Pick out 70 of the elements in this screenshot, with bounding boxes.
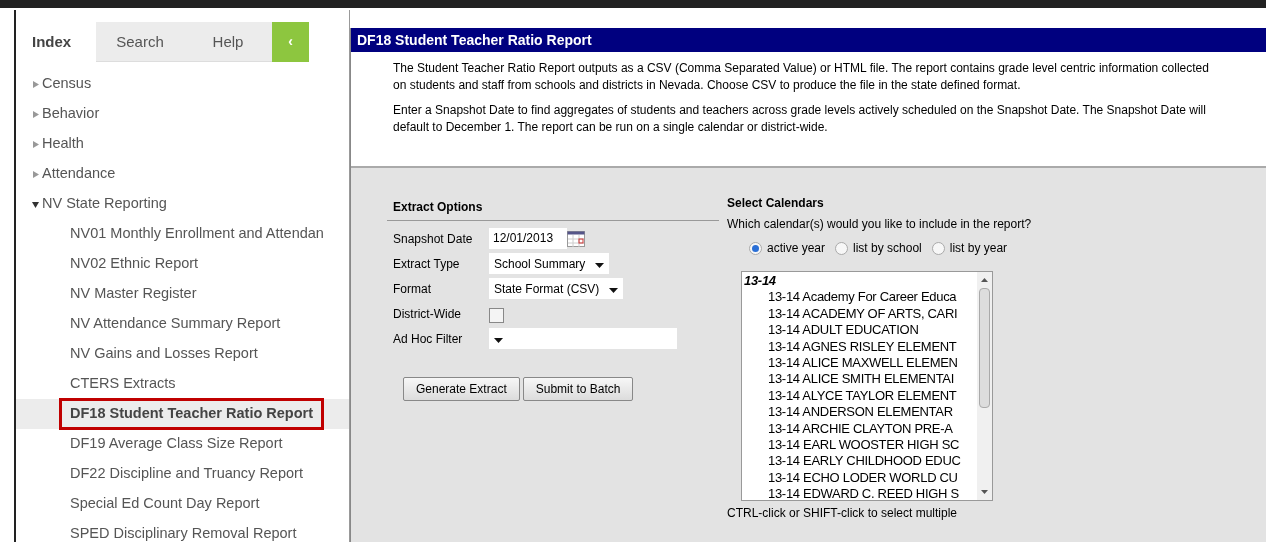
- field-label: Extract Type: [393, 255, 461, 273]
- field-label: District-Wide: [393, 305, 462, 323]
- calendar-listbox[interactable]: [741, 271, 993, 501]
- calendar-item[interactable]: 13-14 ALICE MAXWELL ELEMEN: [744, 355, 977, 372]
- paragraph: The Student Teacher Ratio Report outputs as a CSV (Comma Separated Value) or HTML file. The report contains grade level centric information collected on students and staff from schools and districts in Nevada. Choose CSV to produce the file in the state defined format.: [393, 60, 1210, 94]
- caret-icon: [494, 337, 503, 343]
- calendar-item[interactable]: 13-14 EARLY CHILDHOOD EDUC: [744, 453, 977, 470]
- section-heading: Extract Options: [387, 194, 719, 221]
- radio-button[interactable]: [749, 241, 762, 255]
- caret-icon: [609, 287, 619, 293]
- calendar-item[interactable]: 13-14 EDWARD C. REED HIGH S: [744, 486, 977, 503]
- calendar-item[interactable]: 13-14 ADULT EDUCATION: [744, 322, 977, 339]
- sidebar-item[interactable]: SPED Disciplinary Removal Report: [70, 523, 297, 542]
- expanded-icon[interactable]: [32, 200, 39, 208]
- radio-label: list by year: [949, 240, 1008, 257]
- sidebar-item[interactable]: NV Master Register: [70, 283, 197, 305]
- field-label: Format: [393, 280, 432, 298]
- sidebar-item[interactable]: NV State Reporting: [42, 193, 167, 215]
- hint-text: CTRL-click or SHIFT-click to select multiple: [727, 505, 959, 522]
- collapsed-icon[interactable]: [32, 170, 39, 178]
- caret-icon: [595, 262, 605, 268]
- scroll-down-icon[interactable]: [981, 490, 988, 494]
- radio-label: list by school: [853, 240, 922, 257]
- sidebar-item[interactable]: DF19 Average Class Size Report: [70, 433, 283, 455]
- sidebar-item[interactable]: DF18 Student Teacher Ratio Report: [59, 398, 325, 430]
- question-text: Which calendar(s) would you like to include in the report?: [727, 216, 1032, 233]
- calendar-item[interactable]: 13-14 ALICE SMITH ELEMENTAI: [744, 371, 977, 388]
- calendar-item[interactable]: 13-14 ANDERSON ELEMENTAR: [744, 404, 977, 421]
- sidebar-item[interactable]: DF22 Discipline and Truancy Report: [70, 463, 303, 485]
- calendar-item[interactable]: 13-14 ACADEMY OF ARTS, CARI: [744, 305, 977, 323]
- collapsed-icon[interactable]: [32, 140, 39, 148]
- checkbox[interactable]: [489, 308, 504, 323]
- sidebar-item[interactable]: CTERS Extracts: [70, 373, 176, 395]
- calendar-icon[interactable]: [567, 230, 585, 247]
- section-heading: Select Calendars: [727, 195, 825, 212]
- radio-button[interactable]: [931, 241, 945, 255]
- sidebar-tab[interactable]: Help: [184, 22, 272, 62]
- date-field[interactable]: 12/01/2013: [489, 228, 567, 249]
- dropdown[interactable]: State Format (CSV): [489, 278, 624, 299]
- scrollbar[interactable]: [977, 272, 992, 500]
- paragraph: Enter a Snapshot Date to find aggregates of students and teachers across grade levels actively scheduled on the Snapshot Date. The Snapshot Date will default to December 1. The report can be run on a single calendar or district-wide.: [393, 102, 1207, 136]
- report-title: DF18 Student Teacher Ratio Report: [351, 28, 1266, 52]
- calendar-item[interactable]: 13-14 ECHO LODER WORLD CU: [744, 469, 977, 487]
- sidebar-item[interactable]: NV Gains and Losses Report: [70, 343, 258, 365]
- radio-label: active year: [767, 240, 826, 257]
- radio-button[interactable]: [835, 241, 849, 255]
- field-label: Snapshot Date: [393, 230, 474, 248]
- sidebar-item[interactable]: Attendance: [42, 163, 116, 185]
- calendar-item[interactable]: 13-14 ARCHIE CLAYTON PRE-A: [744, 420, 977, 438]
- sidebar-item[interactable]: NV Attendance Summary Report: [70, 313, 281, 335]
- calendar-item[interactable]: 13-14 AGNES RISLEY ELEMENT: [744, 338, 977, 356]
- sidebar-tab[interactable]: Search: [96, 22, 184, 62]
- scroll-up-icon[interactable]: [981, 278, 988, 282]
- collapsed-icon[interactable]: [32, 80, 39, 88]
- group-label: 13-14: [744, 273, 777, 290]
- collapsed-icon[interactable]: [32, 110, 39, 118]
- sidebar-item[interactable]: NV02 Ethnic Report: [70, 253, 199, 275]
- sidebar-item[interactable]: Behavior: [42, 103, 100, 125]
- action-button[interactable]: Submit to Batch: [522, 377, 634, 401]
- sidebar-item[interactable]: Census: [42, 73, 92, 95]
- sidebar-item[interactable]: NV01 Monthly Enrollment and Attendan: [70, 223, 324, 245]
- calendar-item[interactable]: 13-14 ALYCE TAYLOR ELEMENT: [744, 387, 977, 405]
- sidebar-item[interactable]: Health: [42, 133, 84, 155]
- sidebar-item[interactable]: Special Ed Count Day Report: [70, 493, 260, 515]
- calendar-item[interactable]: 13-14 EARL WOOSTER HIGH SC: [744, 437, 977, 454]
- field-label: Ad Hoc Filter: [393, 330, 464, 348]
- dropdown[interactable]: School Summary: [489, 253, 610, 274]
- scrollbar-thumb[interactable]: [979, 288, 990, 408]
- action-button[interactable]: Generate Extract: [403, 377, 520, 401]
- calendar-item[interactable]: 13-14 Academy For Career Educa: [744, 289, 977, 306]
